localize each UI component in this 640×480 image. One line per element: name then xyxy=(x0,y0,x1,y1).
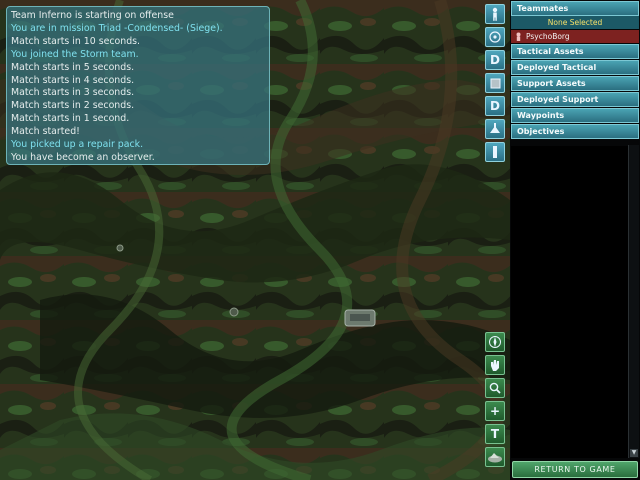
chat-line: You picked up a repair pack. xyxy=(11,139,144,151)
target-icon xyxy=(488,30,502,44)
chat-line: Match starts in 3 seconds. xyxy=(11,87,135,99)
turret-icon xyxy=(488,122,502,136)
sensor-marker-icon[interactable] xyxy=(116,244,124,252)
teammate-name: PsychoBorg xyxy=(526,32,570,41)
sensor-marker-icon[interactable] xyxy=(229,307,239,317)
asset-sections: Tactical Assets Deployed Tactical Support … xyxy=(510,44,640,139)
chat-line: You joined the Storm team. xyxy=(11,48,139,60)
chat-line: Match started! xyxy=(11,126,80,138)
target-button[interactable] xyxy=(485,27,505,47)
chat-line: Match starts in 4 seconds. xyxy=(11,74,135,86)
deployable-d-button[interactable]: D xyxy=(485,50,505,70)
terrain-button[interactable] xyxy=(485,447,505,467)
terrain-icon xyxy=(487,451,503,463)
sidebar-scrollbar[interactable]: ▼ xyxy=(628,145,639,458)
chat-line: Team Inferno is starting on offense xyxy=(11,10,174,21)
chat-hud: Team Inferno is starting on offense You a… xyxy=(6,6,270,165)
map-toolbar-bottom: + T xyxy=(485,332,507,470)
beacon-button[interactable] xyxy=(485,142,505,162)
cube-button[interactable] xyxy=(485,73,505,93)
deployable-d-icon: D xyxy=(490,53,500,67)
zoom-icon xyxy=(488,381,502,395)
chat-line: Match starts in 5 seconds. xyxy=(11,61,135,73)
chat-line: You have become an observer. xyxy=(11,151,155,163)
center-button[interactable]: + xyxy=(485,401,505,421)
player-button[interactable] xyxy=(485,4,505,24)
turret-button[interactable] xyxy=(485,119,505,139)
scroll-down-icon[interactable]: ▼ xyxy=(630,449,638,457)
compass-button[interactable] xyxy=(485,332,505,352)
teammates-header[interactable]: Teammates xyxy=(511,1,639,16)
section-header[interactable]: Objectives xyxy=(511,124,639,139)
hand-button[interactable] xyxy=(485,355,505,375)
sidebar-list-area xyxy=(511,146,628,458)
map-toolbar-top: DD xyxy=(485,4,507,165)
deployable-d2-icon: D xyxy=(490,99,500,113)
text-icon: T xyxy=(490,427,500,441)
selection-status: None Selected xyxy=(511,16,639,29)
compass-icon xyxy=(488,335,502,349)
player-icon xyxy=(489,7,501,21)
hand-icon xyxy=(488,358,502,372)
command-map-screen: Team Inferno is starting on offense You a… xyxy=(0,0,640,480)
section-header[interactable]: Deployed Tactical xyxy=(511,60,639,75)
cube-icon xyxy=(489,77,502,90)
chat-line: You are in mission Triad -Condensed- (Si… xyxy=(11,22,223,34)
base-structure-icon[interactable] xyxy=(344,309,376,327)
section-header[interactable]: Tactical Assets xyxy=(511,44,639,59)
chat-line: Match starts in 2 seconds. xyxy=(11,100,135,112)
command-sidebar: Teammates None Selected PsychoBorg Tacti… xyxy=(510,0,640,480)
center-icon: + xyxy=(489,404,501,418)
teammates-list: PsychoBorg xyxy=(510,30,640,43)
teammate-row[interactable]: PsychoBorg xyxy=(511,30,639,43)
text-button[interactable]: T xyxy=(485,424,505,444)
section-header[interactable]: Deployed Support xyxy=(511,92,639,107)
section-header[interactable]: Waypoints xyxy=(511,108,639,123)
zoom-button[interactable] xyxy=(485,378,505,398)
chat-line: Match starts in 1 second. xyxy=(11,113,130,125)
beacon-icon xyxy=(490,145,500,159)
return-to-game-button[interactable]: RETURN TO GAME xyxy=(512,461,638,478)
player-icon xyxy=(516,32,521,41)
chat-line: Match starts in 10 seconds. xyxy=(11,35,141,47)
section-header[interactable]: Support Assets xyxy=(511,76,639,91)
deployable-d2-button[interactable]: D xyxy=(485,96,505,116)
